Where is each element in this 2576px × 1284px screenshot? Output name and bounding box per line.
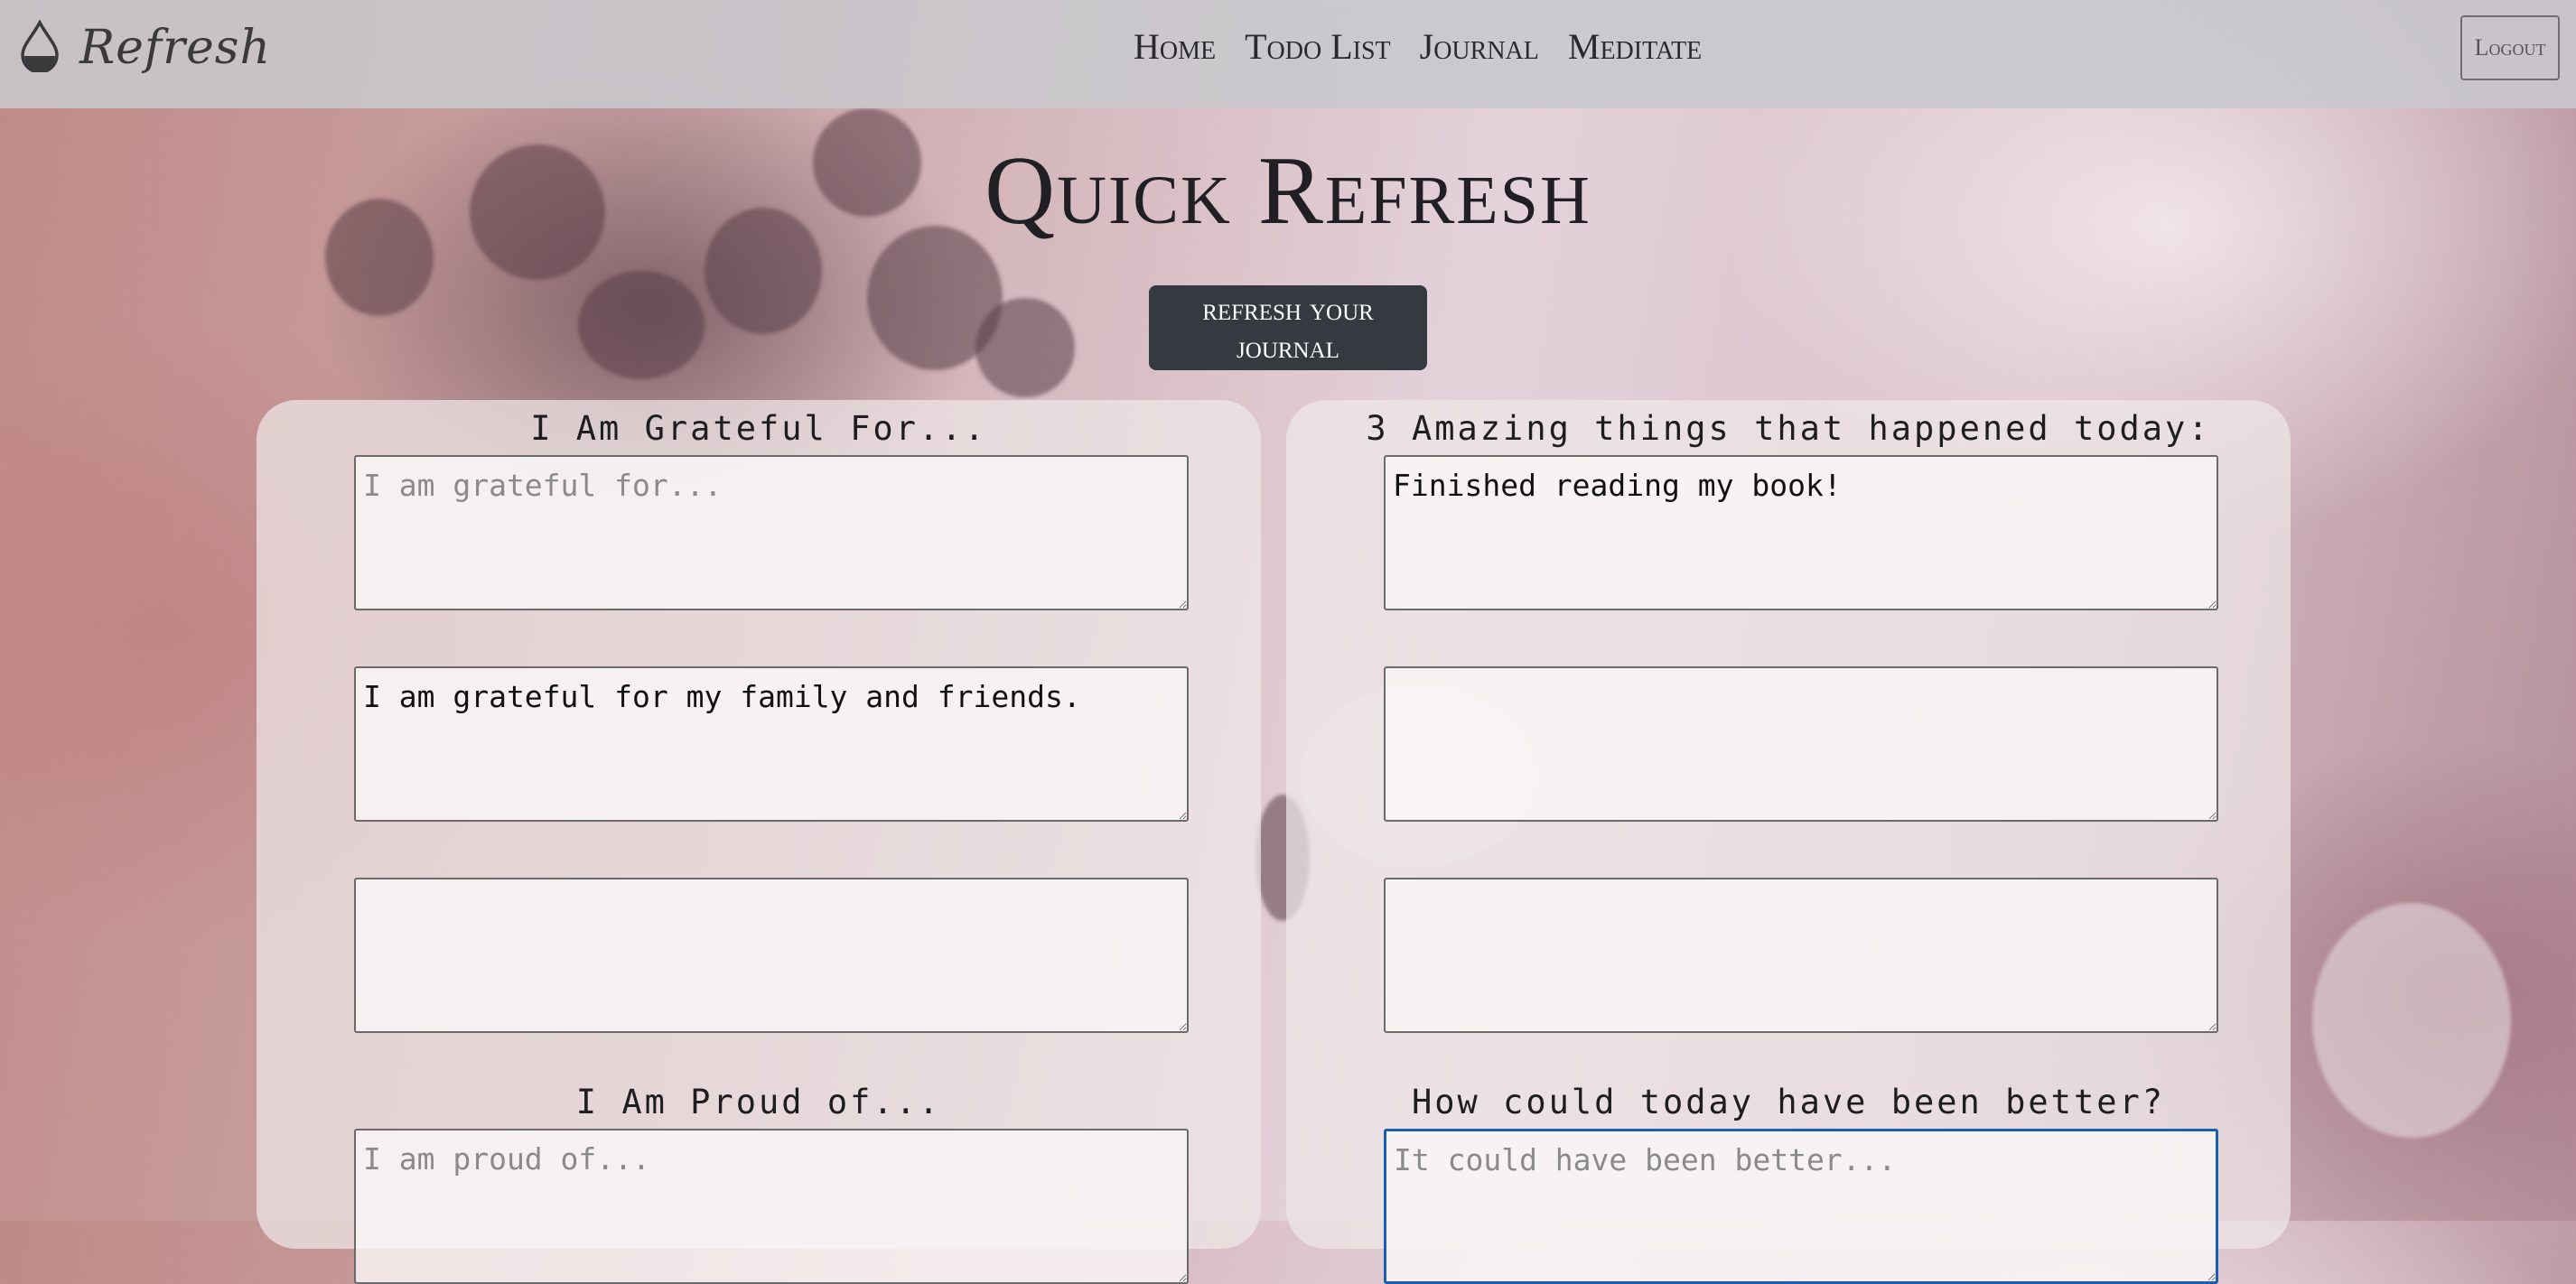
refresh-journal-button[interactable]: refresh your journal (1149, 285, 1427, 370)
amazing-better-panel: 3 Amazing things that happened today: Fi… (1286, 400, 2291, 1284)
amazing-entry-3[interactable] (1384, 878, 2218, 1033)
nav-links: Home Todo List Journal Meditate (1134, 25, 1702, 68)
grateful-heading: I Am Grateful For... (530, 409, 987, 448)
nav-todo-list[interactable]: Todo List (1245, 25, 1391, 68)
brand[interactable]: Refresh (20, 19, 271, 76)
nav-meditate[interactable]: Meditate (1568, 25, 1702, 68)
grateful-entry-1[interactable] (354, 455, 1189, 610)
water-drop-icon (20, 19, 60, 76)
better-heading: How could today have been better? (1411, 1083, 2166, 1121)
amazing-entry-2[interactable] (1384, 666, 2218, 822)
grateful-entry-2[interactable]: I am grateful for my family and friends. (354, 666, 1189, 822)
amazing-heading: 3 Amazing things that happened today: (1366, 409, 2211, 448)
amazing-entry-1[interactable]: Finished reading my book! (1384, 455, 2218, 610)
grateful-entry-3[interactable] (354, 878, 1189, 1033)
grateful-proud-panel: I Am Grateful For... I am grateful for m… (257, 400, 1261, 1284)
better-entry-1[interactable] (1384, 1129, 2218, 1284)
proud-entry-1[interactable] (354, 1129, 1189, 1284)
brand-name: Refresh (79, 21, 271, 75)
navbar: Refresh Home Todo List Journal Meditate … (0, 0, 2576, 108)
nav-journal[interactable]: Journal (1420, 25, 1539, 68)
logout-button[interactable]: Logout (2460, 15, 2560, 80)
nav-home[interactable]: Home (1134, 25, 1216, 68)
page-title: Quick Refresh (985, 137, 1591, 245)
proud-heading: I Am Proud of... (575, 1083, 942, 1121)
